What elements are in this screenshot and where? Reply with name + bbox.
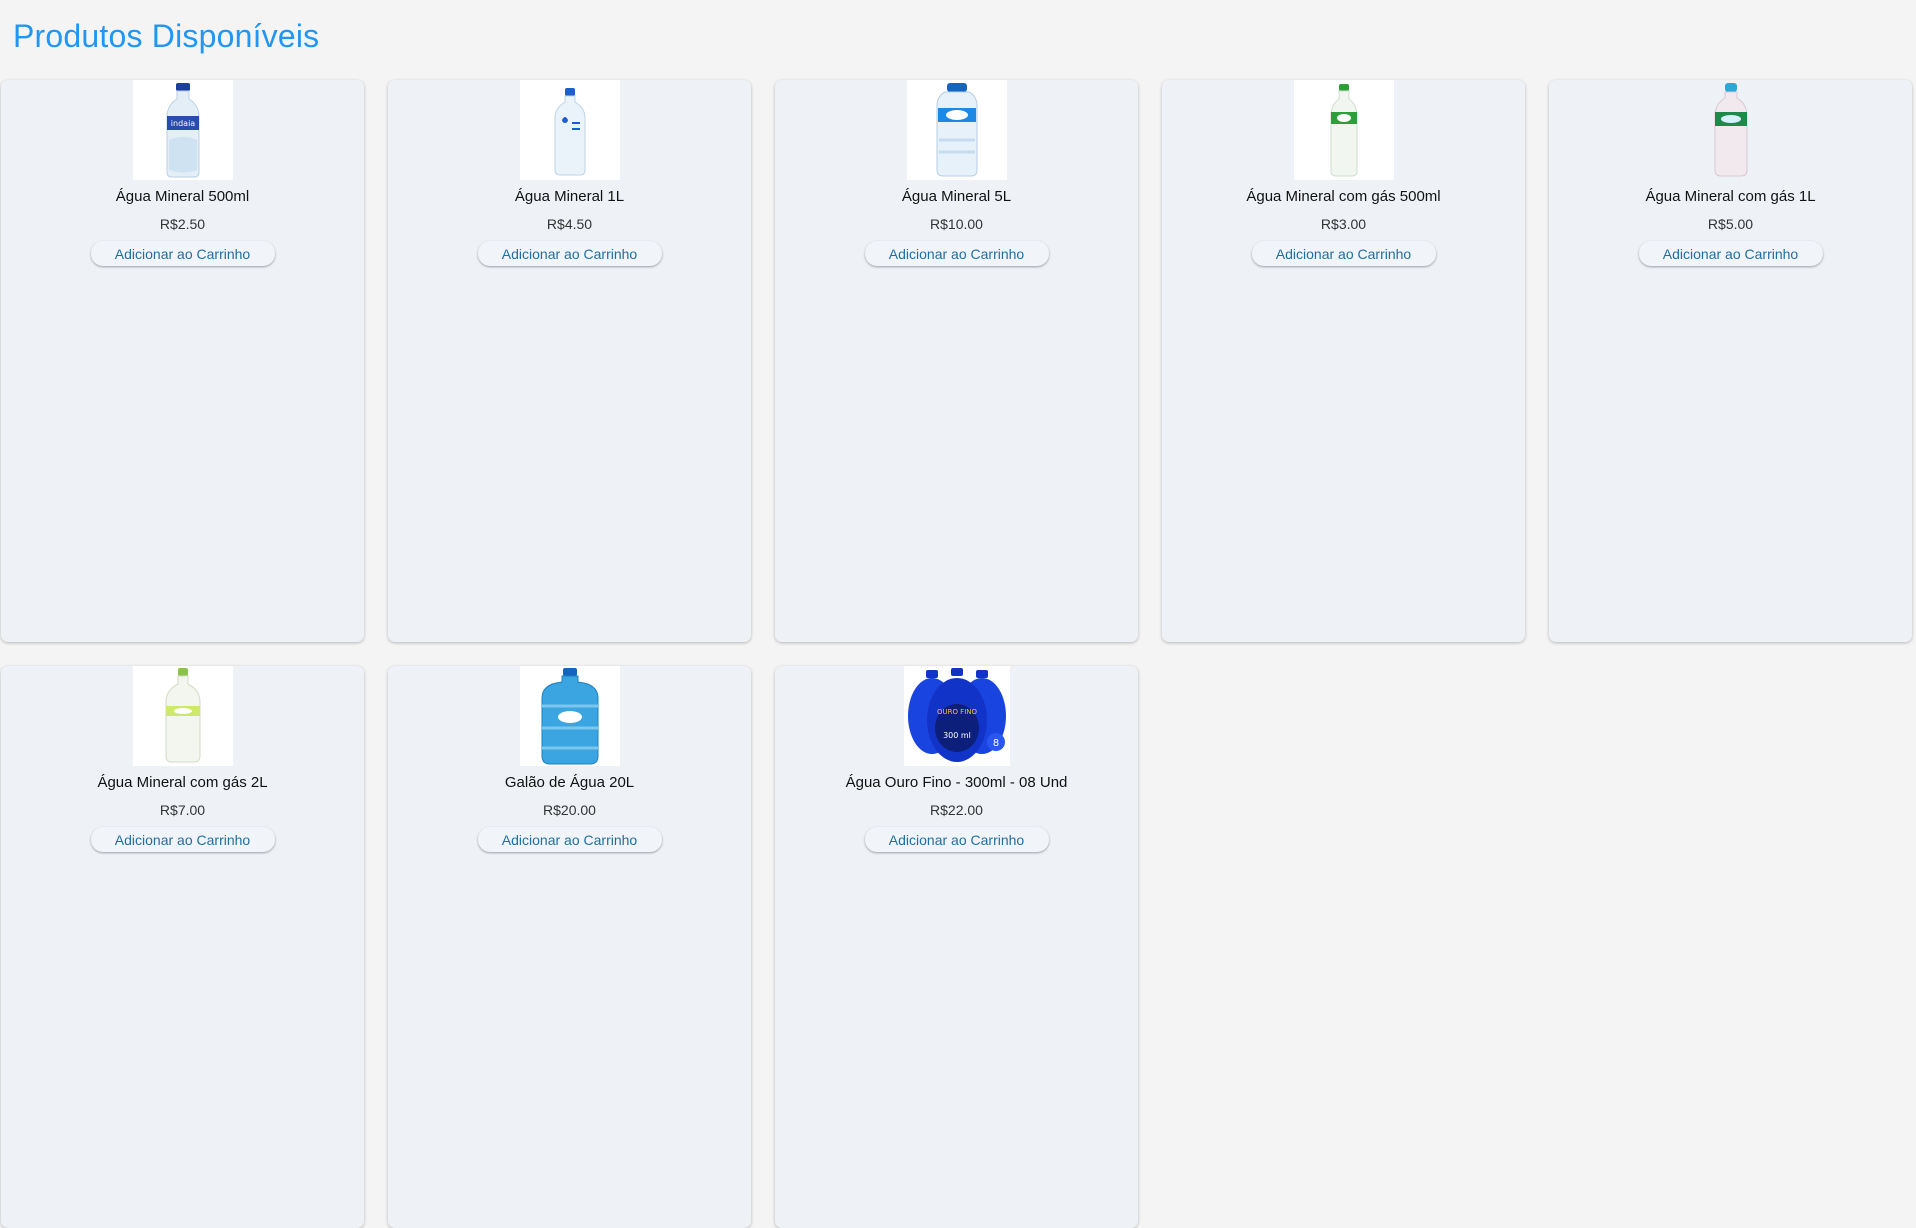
product-name: Água Mineral com gás 1L xyxy=(1645,188,1816,205)
product-grid: indaia Água Mineral 500ml R$2.50 Adicion… xyxy=(1,80,1915,1228)
product-card: Água Mineral com gás 1L R$5.00 Adicionar… xyxy=(1549,80,1912,642)
add-to-cart-button[interactable]: Adicionar ao Carrinho xyxy=(1251,241,1436,266)
bottle-5l-icon xyxy=(936,83,977,177)
product-price: R$3.00 xyxy=(1320,216,1367,232)
product-card: Água Mineral 1L R$4.50 Adicionar ao Carr… xyxy=(388,80,751,642)
product-price: R$7.00 xyxy=(159,802,206,818)
product-image xyxy=(1680,80,1781,180)
product-price: R$22.00 xyxy=(930,802,983,818)
product-image xyxy=(519,666,620,766)
svg-text:300 ml: 300 ml xyxy=(943,731,971,740)
product-image: OURO FINO 300 ml 8 xyxy=(903,666,1010,766)
product-card: indaia Água Mineral 500ml R$2.50 Adicion… xyxy=(1,80,364,642)
product-price: R$10.00 xyxy=(930,216,983,232)
product-image xyxy=(906,80,1007,180)
add-to-cart-button[interactable]: Adicionar ao Carrinho xyxy=(864,241,1049,266)
product-card: Galão de Água 20L R$20.00 Adicionar ao C… xyxy=(388,666,751,1228)
product-price: R$4.50 xyxy=(546,216,593,232)
svg-text:OURO FINO: OURO FINO xyxy=(936,708,977,716)
add-to-cart-button[interactable]: Adicionar ao Carrinho xyxy=(477,827,662,852)
bottle-sparkling-500ml-icon xyxy=(1330,84,1357,177)
ouro-fino-pack-icon: OURO FINO 300 ml 8 xyxy=(907,668,1006,762)
product-card: Água Mineral com gás 2L R$7.00 Adicionar… xyxy=(1,666,364,1228)
add-to-cart-button[interactable]: Adicionar ao Carrinho xyxy=(864,827,1049,852)
product-image xyxy=(1293,80,1394,180)
add-to-cart-button[interactable]: Adicionar ao Carrinho xyxy=(1638,241,1823,266)
water-jug-20l-icon xyxy=(541,668,598,765)
product-name: Água Ouro Fino - 300ml - 08 Und xyxy=(845,774,1068,791)
bottle-500ml-icon: indaia xyxy=(166,83,199,178)
product-name: Água Mineral com gás 2L xyxy=(97,774,268,791)
product-card: Água Mineral com gás 500ml R$3.00 Adicio… xyxy=(1162,80,1525,642)
product-image xyxy=(519,80,620,180)
add-to-cart-button[interactable]: Adicionar ao Carrinho xyxy=(477,241,662,266)
product-card: OURO FINO 300 ml 8 Água Ouro Fino - 300m… xyxy=(775,666,1138,1228)
product-name: Água Mineral 500ml xyxy=(115,188,250,205)
product-name: Água Mineral com gás 500ml xyxy=(1246,188,1441,205)
product-name: Água Mineral 5L xyxy=(901,188,1012,205)
product-price: R$20.00 xyxy=(543,802,596,818)
product-image: indaia xyxy=(132,80,233,180)
product-image xyxy=(132,666,233,766)
svg-text:8: 8 xyxy=(992,738,998,749)
add-to-cart-button[interactable]: Adicionar ao Carrinho xyxy=(90,827,275,852)
bottle-1l-icon xyxy=(554,88,585,176)
add-to-cart-button[interactable]: Adicionar ao Carrinho xyxy=(90,241,275,266)
bottle-sparkling-1l-icon xyxy=(1714,83,1747,177)
product-card: Água Mineral 5L R$10.00 Adicionar ao Car… xyxy=(775,80,1138,642)
page-title: Produtos Disponíveis xyxy=(13,18,320,54)
product-price: R$5.00 xyxy=(1707,216,1754,232)
svg-text:indaia: indaia xyxy=(170,119,194,128)
product-name: Água Mineral 1L xyxy=(514,188,625,205)
product-name: Galão de Água 20L xyxy=(504,774,635,791)
product-price: R$2.50 xyxy=(159,216,206,232)
bottle-sparkling-2l-icon xyxy=(165,668,200,763)
